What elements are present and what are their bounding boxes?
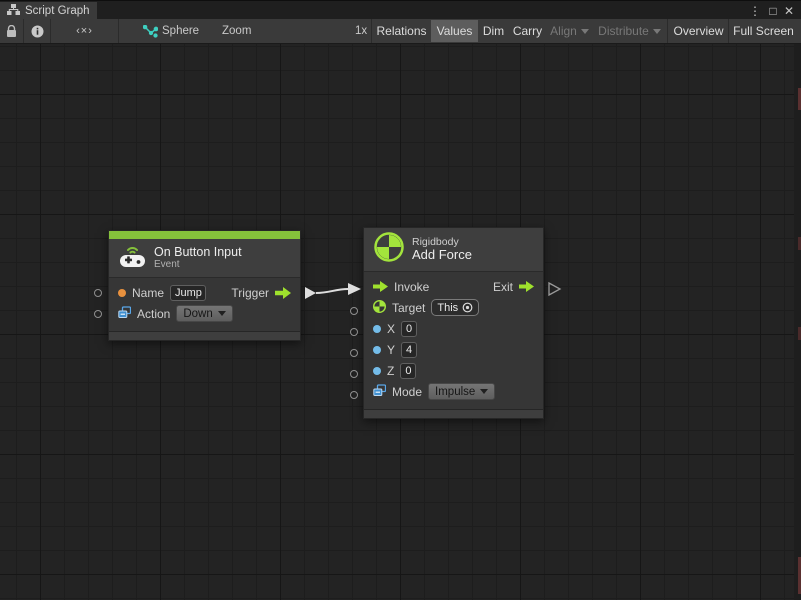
target-row: Target This [373, 297, 534, 318]
z-label: Z [387, 364, 394, 378]
overview-button[interactable]: Overview [670, 20, 727, 42]
toolbar-separator [371, 19, 372, 43]
window-close-button[interactable]: ✕ [781, 1, 797, 20]
toolbar-separator [118, 19, 119, 43]
invoke-row: Invoke Exit [373, 276, 534, 297]
name-row: Name Jump Trigger [118, 282, 291, 303]
chevron-down-icon [653, 29, 661, 34]
float-port-icon [373, 367, 381, 375]
align-label: Align [550, 24, 577, 38]
exit-label: Exit [493, 280, 513, 294]
action-label: Action [137, 307, 170, 321]
info-button[interactable] [24, 20, 50, 42]
input-port[interactable] [350, 328, 358, 336]
code-view-button[interactable]: ‹×› [51, 20, 118, 42]
mode-value: Impulse [435, 386, 475, 398]
values-button[interactable]: Values [431, 20, 478, 42]
distribute-dropdown[interactable]: Distribute [594, 20, 665, 42]
enum-port-icon [373, 384, 386, 400]
mode-dropdown[interactable]: Impulse [428, 383, 495, 400]
chevron-down-icon [581, 29, 589, 34]
chevron-down-icon [218, 311, 226, 316]
graph-name-label: Sphere [162, 20, 199, 42]
zoom-value: 1x [355, 20, 367, 42]
tab-script-graph[interactable]: Script Graph [0, 2, 97, 20]
target-object-field[interactable]: This [431, 299, 479, 316]
invoke-label: Invoke [394, 280, 429, 294]
action-row: Action Down [118, 303, 291, 324]
input-port[interactable] [94, 310, 102, 318]
node-subtitle: Event [154, 259, 242, 271]
fullscreen-button[interactable]: Full Screen [730, 20, 797, 42]
float-port-icon [373, 346, 381, 354]
toolbar-separator [728, 19, 729, 43]
chevron-down-icon [480, 389, 488, 394]
string-port-icon [118, 289, 126, 297]
mode-label: Mode [392, 385, 422, 399]
trigger-output-port[interactable] [275, 287, 291, 299]
input-port[interactable] [350, 391, 358, 399]
rigidbody-port-icon [373, 300, 386, 316]
code-icon: ‹×› [76, 25, 93, 37]
x-input[interactable]: 0 [401, 321, 417, 337]
node-header[interactable]: On Button Input Event [109, 239, 300, 278]
target-value: This [437, 302, 458, 314]
script-graph-window: Script Graph ⋮ □ ✕ ‹×› Sphere Zoom 1x Re… [0, 0, 801, 600]
node-title: On Button Input [154, 245, 242, 259]
node-body: Invoke Exit Target This X 0 [364, 272, 543, 406]
zoom-label: Zoom [222, 20, 251, 42]
node-selection-bar [109, 231, 300, 239]
distribute-label: Distribute [598, 24, 649, 38]
toolbar-separator [667, 19, 668, 43]
node-add-force[interactable]: Rigidbody Add Force Invoke Exit Target T… [363, 227, 544, 419]
z-row: Z 0 [373, 360, 534, 381]
input-port[interactable] [94, 289, 102, 297]
lock-button[interactable] [0, 20, 23, 42]
relations-button[interactable]: Relations [373, 20, 430, 42]
tab-title: Script Graph [25, 5, 90, 17]
y-row: Y 4 [373, 339, 534, 360]
lock-icon [6, 25, 17, 38]
action-value: Down [183, 308, 212, 320]
node-footer [364, 409, 543, 418]
x-label: X [387, 322, 395, 336]
action-dropdown[interactable]: Down [176, 305, 232, 322]
node-on-button-input[interactable]: On Button Input Event Name Jump Trigger … [108, 230, 301, 341]
name-input[interactable]: Jump [170, 285, 206, 301]
node-header[interactable]: Rigidbody Add Force [364, 228, 543, 272]
graph-hierarchy-icon [7, 2, 20, 20]
name-label: Name [132, 286, 164, 300]
window-menu-button[interactable]: ⋮ [747, 1, 763, 20]
dim-button[interactable]: Dim [479, 20, 508, 42]
toolbar: ‹×› Sphere Zoom 1x Relations Values Dim … [0, 19, 801, 44]
rigidbody-icon [374, 232, 404, 267]
object-picker-icon[interactable] [462, 302, 473, 313]
align-dropdown[interactable]: Align [547, 20, 592, 42]
z-input[interactable]: 0 [400, 363, 416, 379]
exit-output-port[interactable] [519, 281, 534, 292]
trigger-label: Trigger [231, 286, 269, 300]
target-label: Target [392, 301, 425, 315]
carry-button[interactable]: Carry [509, 20, 546, 42]
graph-asset-icon [140, 20, 160, 42]
enum-port-icon [118, 306, 131, 322]
node-title: Add Force [412, 248, 472, 263]
float-port-icon [373, 325, 381, 333]
x-row: X 0 [373, 318, 534, 339]
info-icon [31, 25, 44, 38]
invoke-input-port[interactable] [373, 281, 388, 292]
y-label: Y [387, 343, 395, 357]
node-body: Name Jump Trigger Action Down [109, 278, 300, 328]
mode-row: Mode Impulse [373, 381, 534, 402]
input-port[interactable] [350, 349, 358, 357]
right-edge-strip [794, 44, 801, 600]
tab-bar: Script Graph ⋮ □ ✕ [0, 0, 801, 19]
window-maximize-button[interactable]: □ [765, 1, 781, 20]
input-port[interactable] [350, 307, 358, 315]
gamepad-icon [119, 244, 146, 273]
node-footer [109, 331, 300, 340]
y-input[interactable]: 4 [401, 342, 417, 358]
input-port[interactable] [350, 370, 358, 378]
